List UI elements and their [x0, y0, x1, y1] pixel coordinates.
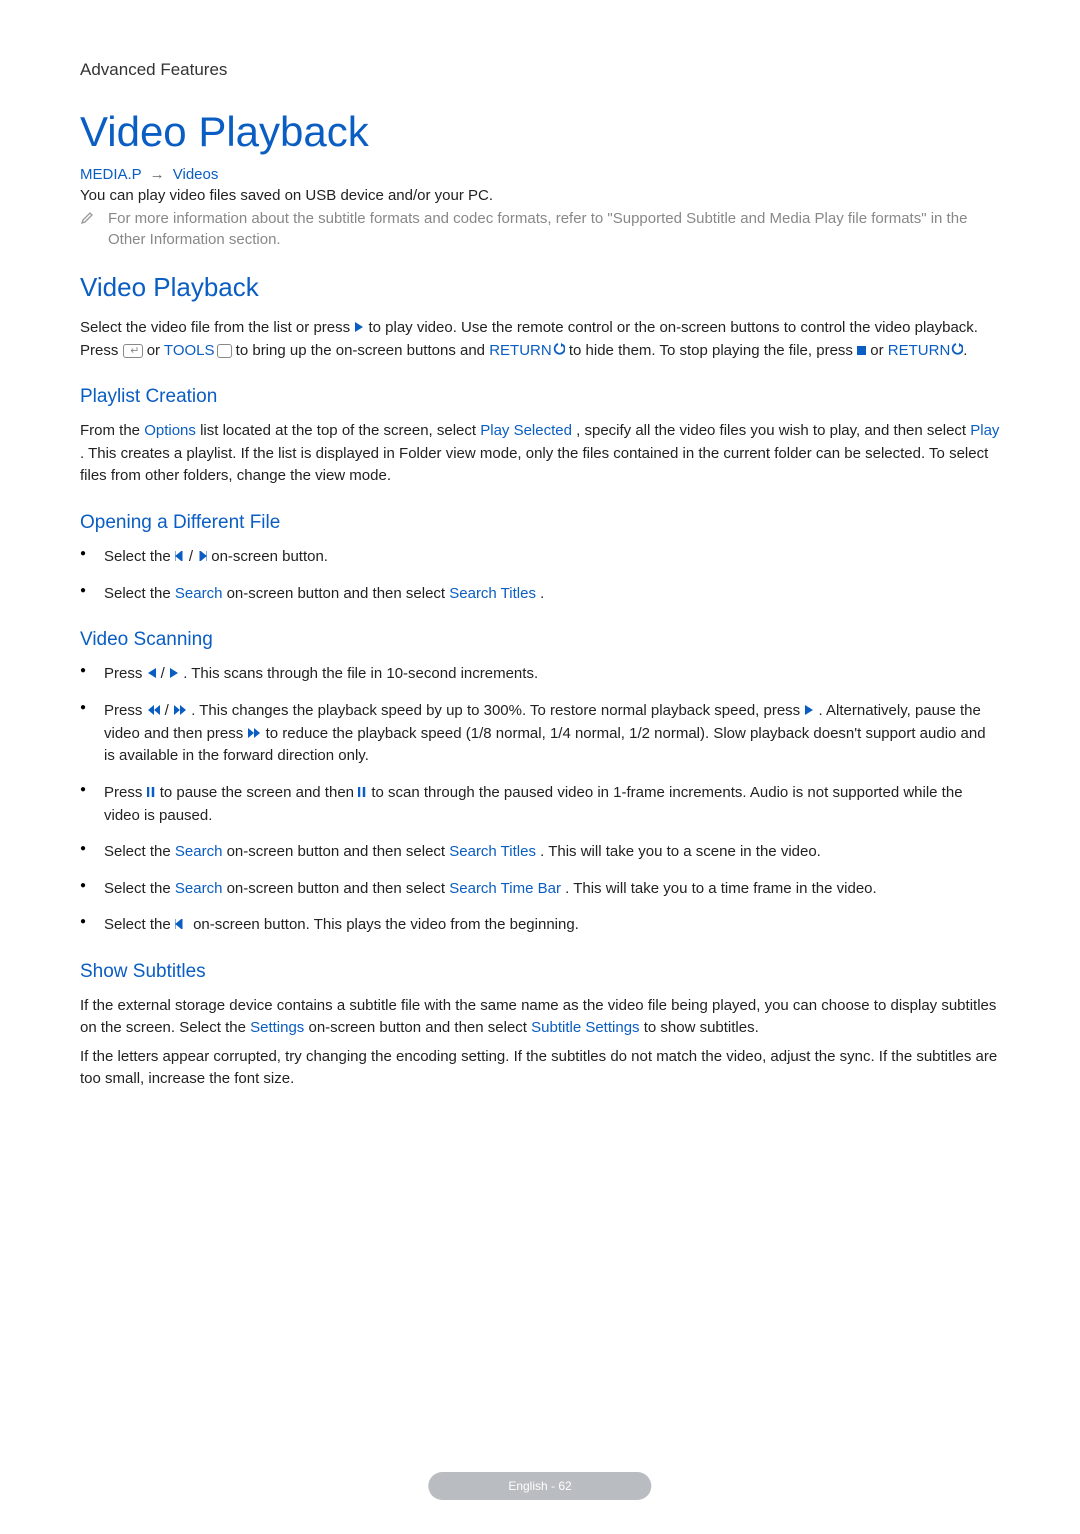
nav-path-mediap: MEDIA.P	[80, 166, 141, 183]
opening-list: Select the / on-screen button. Select th…	[80, 546, 1000, 605]
subtitles-paragraph-1: If the external storage device contains …	[80, 995, 1000, 1040]
intro-text: You can play video files saved on USB de…	[80, 187, 1000, 204]
enter-icon	[123, 344, 143, 358]
scanning-list: Press / . This scans through the file in…	[80, 663, 1000, 937]
subtitle-settings-link: Subtitle Settings	[531, 1019, 639, 1036]
skip-prev-icon	[175, 546, 189, 569]
rewind-icon	[147, 700, 161, 723]
text-fragment: Press	[104, 665, 147, 682]
play-selected-link: Play Selected	[480, 422, 572, 439]
subsection-subtitles-title: Show Subtitles	[80, 961, 1000, 983]
arrow-right-icon: →	[150, 166, 165, 183]
fast-forward-icon	[173, 700, 187, 723]
text-fragment: , specify all the video files you wish t…	[576, 422, 970, 439]
search-time-bar-link: Search Time Bar	[449, 880, 561, 897]
nav-path: MEDIA.P → Videos	[80, 166, 1000, 183]
playlist-paragraph: From the Options list located at the top…	[80, 420, 1000, 488]
text-fragment: or	[147, 342, 164, 359]
page-title: Video Playback	[80, 108, 1000, 156]
return-label: RETURN	[489, 342, 552, 359]
return-icon	[950, 340, 963, 363]
list-item: Press / . This changes the playback spee…	[104, 700, 1000, 768]
text-fragment: to show subtitles.	[644, 1019, 759, 1036]
text-fragment: . This changes the playback speed by up …	[191, 702, 804, 719]
subtitles-paragraph-2: If the letters appear corrupted, try cha…	[80, 1046, 1000, 1091]
pause-icon	[147, 782, 156, 805]
list-item: Select the / on-screen button.	[104, 546, 1000, 569]
search-link: Search	[175, 843, 223, 860]
play-right-icon	[804, 700, 814, 723]
return-icon	[552, 340, 565, 363]
pause-icon	[358, 782, 367, 805]
search-titles-link: Search Titles	[449, 585, 536, 602]
list-item: Press / . This scans through the file in…	[104, 663, 1000, 686]
section-video-playback-title: Video Playback	[80, 272, 1000, 303]
play-link: Play	[970, 422, 999, 439]
breadcrumb: Advanced Features	[80, 60, 1000, 80]
text-fragment: to bring up the on-screen buttons and	[236, 342, 490, 359]
subsection-opening-title: Opening a Different File	[80, 512, 1000, 534]
subsection-scanning-title: Video Scanning	[80, 629, 1000, 651]
fast-forward-icon	[247, 723, 261, 746]
text-fragment: on-screen button and then select	[227, 880, 450, 897]
text-fragment: or	[870, 342, 888, 359]
note-row: For more information about the subtitle …	[80, 208, 1000, 250]
note-text: For more information about the subtitle …	[108, 208, 1000, 250]
text-fragment: Press	[104, 784, 147, 801]
text-fragment: . This will take you to a time frame in …	[565, 880, 877, 897]
text-fragment: on-screen button and then select	[308, 1019, 531, 1036]
text-fragment: Select the	[104, 548, 175, 565]
text-fragment: . This creates a playlist. If the list i…	[80, 445, 988, 485]
text-fragment: .	[963, 342, 967, 359]
text-fragment: on-screen button.	[211, 548, 328, 565]
text-fragment: on-screen button and then select	[227, 843, 450, 860]
list-item: Select the Search on-screen button and t…	[104, 583, 1000, 606]
video-playback-paragraph: Select the video file from the list or p…	[80, 317, 1000, 362]
text-fragment: on-screen button. This plays the video f…	[193, 916, 579, 933]
list-item: Select the Search on-screen button and t…	[104, 841, 1000, 864]
text-fragment: . This will take you to a scene in the v…	[540, 843, 821, 860]
page-footer: English - 62	[428, 1472, 651, 1500]
list-item: Select the on-screen button. This plays …	[104, 914, 1000, 937]
list-item: Select the Search on-screen button and t…	[104, 878, 1000, 901]
skip-next-icon	[193, 546, 207, 569]
tools-icon	[217, 344, 232, 358]
text-fragment: . This scans through the file in 10-seco…	[183, 665, 538, 682]
subsection-playlist-title: Playlist Creation	[80, 386, 1000, 408]
play-right-icon	[354, 317, 364, 340]
settings-link: Settings	[250, 1019, 304, 1036]
pencil-icon	[80, 211, 94, 230]
search-link: Search	[175, 585, 223, 602]
text-fragment: to pause the screen and then	[160, 784, 358, 801]
text-fragment: Select the	[104, 916, 175, 933]
text-fragment: list located at the top of the screen, s…	[200, 422, 480, 439]
text-fragment: to hide them. To stop playing the file, …	[569, 342, 857, 359]
right-icon	[169, 663, 179, 686]
text-fragment: .	[540, 585, 544, 602]
text-fragment: Press	[104, 702, 147, 719]
list-item: Press to pause the screen and then to sc…	[104, 782, 1000, 827]
nav-path-videos: Videos	[173, 166, 219, 183]
text-fragment: Select the	[104, 880, 175, 897]
search-link: Search	[175, 880, 223, 897]
tools-label: TOOLS	[164, 342, 215, 359]
search-titles-link: Search Titles	[449, 843, 536, 860]
text-fragment: on-screen button and then select	[227, 585, 450, 602]
text-fragment: Select the	[104, 843, 175, 860]
return-label: RETURN	[888, 342, 951, 359]
left-icon	[147, 663, 157, 686]
stop-icon	[857, 346, 866, 355]
text-fragment: From the	[80, 422, 144, 439]
text-fragment: Select the	[104, 585, 175, 602]
options-link: Options	[144, 422, 196, 439]
text-fragment: Select the video file from the list or p…	[80, 319, 354, 336]
skip-prev-icon	[175, 914, 189, 937]
